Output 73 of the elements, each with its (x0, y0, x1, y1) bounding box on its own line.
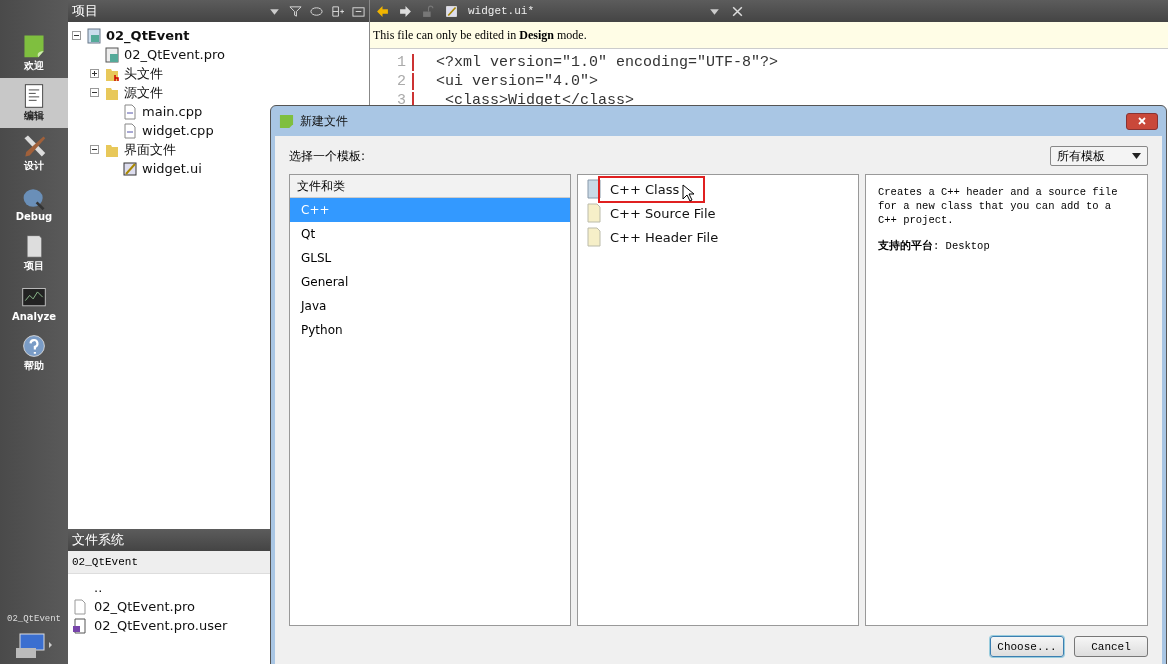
expander-icon[interactable] (90, 87, 100, 98)
template-item[interactable]: C++ Source File (610, 205, 716, 221)
expander-icon[interactable] (72, 30, 82, 41)
project-label: 02_QtEvent (6, 614, 62, 624)
code-line: <?xml version="1.0" encoding="UTF-8"?> (436, 54, 779, 71)
help-icon (21, 333, 47, 359)
code-line: <class>Widget</class> (444, 92, 635, 109)
logo-icon (279, 113, 294, 129)
back-icon[interactable] (376, 4, 389, 18)
tree-item[interactable]: widget.ui (142, 161, 202, 176)
category-item[interactable]: Qt (290, 222, 570, 246)
template-item[interactable]: C++ Class (600, 177, 704, 201)
template-item[interactable]: C++ Header File (610, 229, 719, 245)
column-header: 文件和类 (290, 175, 570, 198)
dialog-title: 新建文件 (300, 112, 349, 130)
template-description: Creates a C++ header and a source file for a new class that you can add to a C++ project. (878, 185, 1119, 227)
project-icon (86, 27, 102, 44)
dialog-button[interactable]: Choose... (990, 636, 1064, 657)
close-button[interactable] (1126, 112, 1158, 130)
expander-icon[interactable] (90, 68, 100, 79)
expander-icon[interactable] (90, 144, 100, 155)
info-message: This file can only be edited in Design mode. (373, 28, 587, 42)
line-number: 2 (370, 73, 414, 90)
file-icon (586, 203, 602, 223)
prompt-label: 选择一个模板: (289, 147, 366, 165)
line-number: 1 (370, 54, 414, 71)
file-item[interactable]: 02_QtEvent.pro.user (94, 618, 228, 633)
tree-item[interactable]: 源文件 (124, 83, 163, 102)
tree-item[interactable]: main.cpp (142, 104, 203, 119)
category-item[interactable]: GLSL (290, 246, 570, 270)
link-icon[interactable] (310, 4, 323, 18)
tree-item[interactable]: 界面文件 (124, 140, 176, 159)
mode-button[interactable]: 欢迎 (0, 28, 68, 78)
close-pane-icon[interactable] (352, 4, 365, 18)
split-icon[interactable] (331, 4, 344, 18)
form-file-icon (445, 4, 458, 18)
mode-button[interactable]: 项目 (0, 228, 68, 278)
computer-icon[interactable] (14, 630, 54, 660)
caret-icon (1132, 153, 1141, 159)
mode-button[interactable]: 帮助 (0, 328, 68, 378)
tree-item[interactable]: 02_QtEvent.pro (124, 47, 225, 62)
mode-button[interactable]: Analyze (0, 278, 68, 328)
category-item[interactable]: Python (290, 318, 570, 342)
mode-button[interactable]: 编辑 (0, 78, 68, 128)
file-item[interactable]: 02_QtEvent.pro (94, 599, 195, 614)
mode-button[interactable]: 设计 (0, 128, 68, 178)
file-tab[interactable]: widget.ui* (468, 5, 698, 17)
form-file-icon (122, 160, 138, 177)
tree-item[interactable]: 头文件 (124, 64, 163, 83)
pane-title: 文件系统 (72, 531, 125, 549)
cursor-icon (682, 184, 694, 202)
tree-item[interactable]: widget.cpp (142, 123, 214, 138)
cpp-file-icon (122, 122, 138, 139)
file-icon (72, 617, 88, 634)
close-icon[interactable] (731, 4, 744, 18)
template-filter-dropdown[interactable]: 所有模板 (1050, 146, 1148, 166)
tree-item[interactable]: 02_QtEvent (106, 28, 190, 43)
close-icon (1137, 116, 1147, 126)
file-item[interactable]: .. (94, 580, 103, 595)
mode-button[interactable]: Debug (0, 178, 68, 228)
code-line: <ui version="4.0"> (436, 73, 599, 90)
pane-title: 项目 (72, 2, 99, 20)
platform-info: 支持的平台: Desktop (878, 239, 991, 253)
forward-icon[interactable] (399, 4, 412, 18)
dialog-button[interactable]: Cancel (1074, 636, 1148, 657)
file-icon (586, 227, 602, 247)
category-item[interactable]: Java (290, 294, 570, 318)
cpp-file-icon (122, 103, 138, 120)
file-icon (72, 598, 88, 615)
filter-icon[interactable] (289, 4, 302, 18)
category-item[interactable]: General (290, 270, 570, 294)
logo-icon (21, 33, 47, 59)
file-icon (104, 46, 120, 63)
